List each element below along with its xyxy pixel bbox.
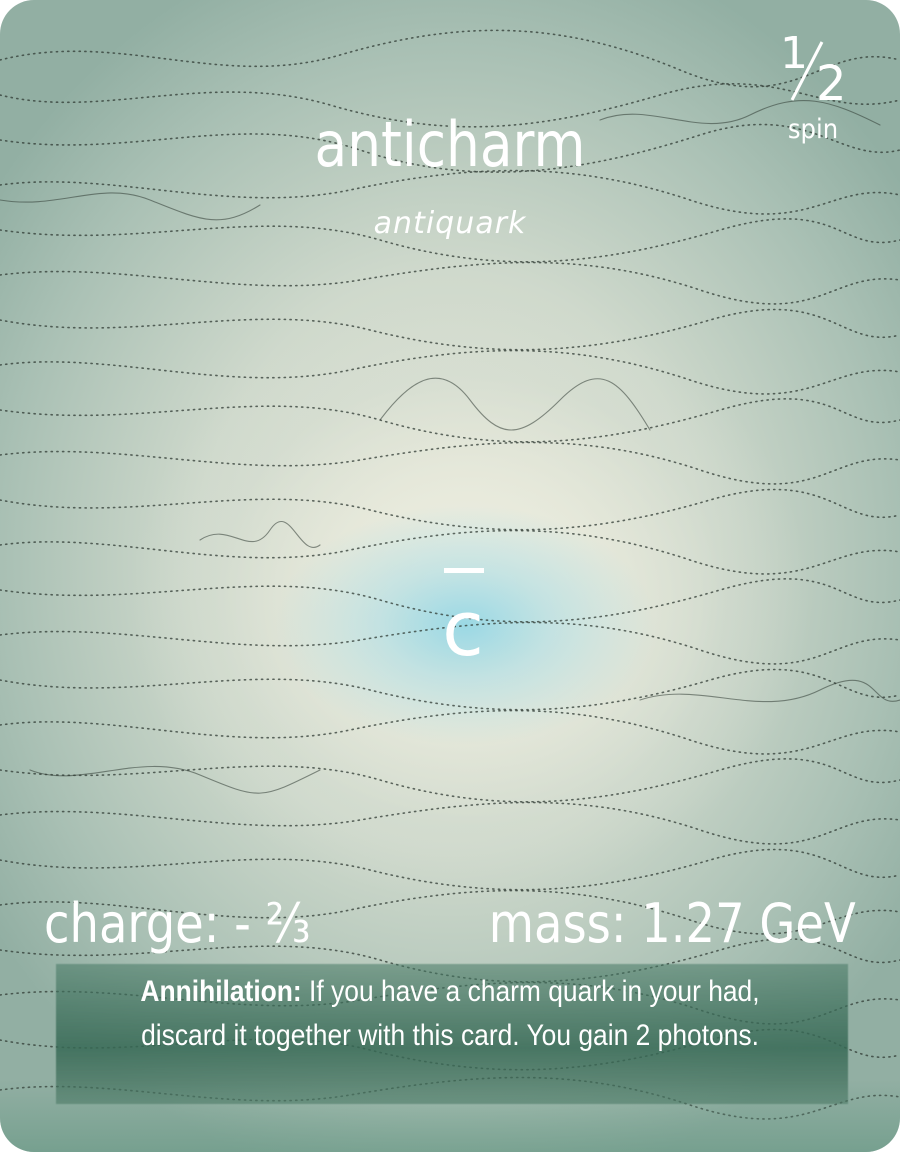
spin-value: 1 2 [770,22,860,112]
antiparticle-bar [444,568,484,573]
card-title: anticharm [314,108,586,181]
ability-text: Annihilation: If you have a charm quark … [107,970,793,1058]
ability-title: Annihilation: [140,975,302,1008]
spin-label: spin [787,114,839,145]
particle-family: antiquark [373,206,527,241]
spin-denominator: 2 [816,56,847,112]
charge-value: charge: - ⅔ [44,892,311,955]
ability-line-2: discard it together with this card. You … [141,1019,759,1052]
mass-value: mass: 1.27 GeV [489,892,856,955]
panel-shadow [0,1080,900,1152]
ability-line-1-text: If you have a charm quark in your had, [309,975,760,1008]
particle-card[interactable]: anticharm antiquark 1 2 spin c charge: -… [0,0,900,1152]
ability-line-1: Annihilation: If you have a charm quark … [107,970,793,1014]
particle-symbol: c [442,584,484,673]
